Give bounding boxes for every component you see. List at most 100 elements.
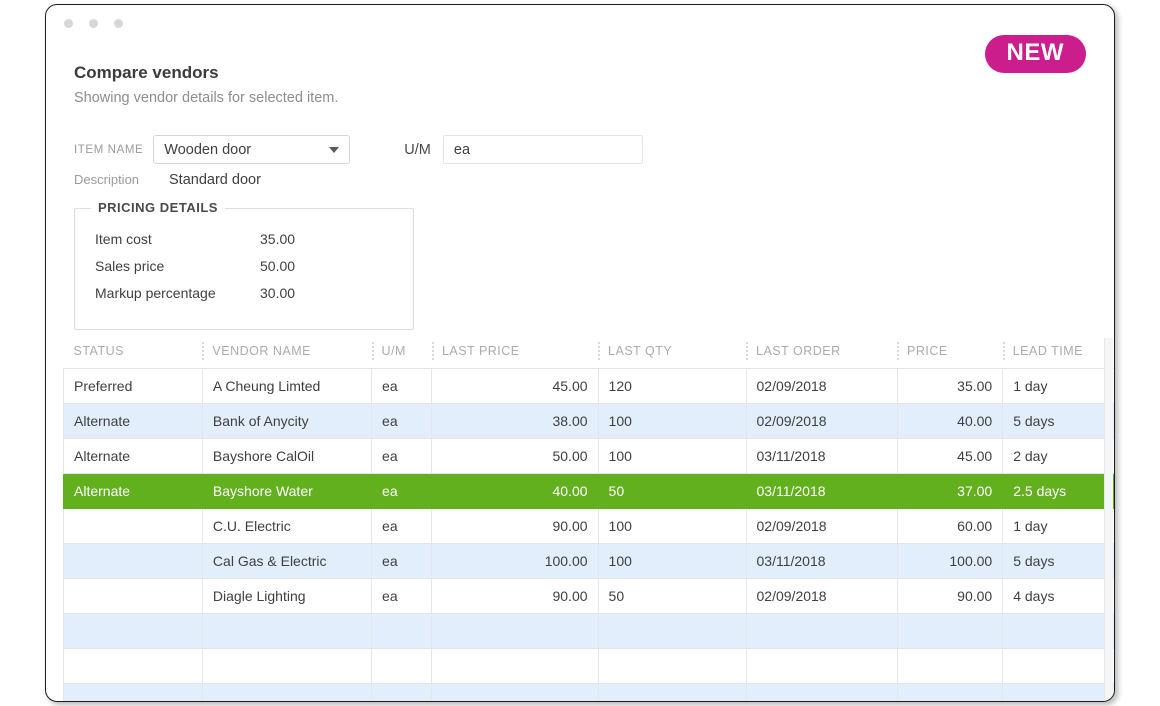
um-input[interactable]: ea [442,135,643,164]
window-maximize-dot[interactable] [114,19,123,28]
window-minimize-dot[interactable] [89,19,98,28]
cell-last-order[interactable]: 03/11/2018 [745,543,898,579]
cell-last-price[interactable]: 90.00 [431,578,599,614]
cell-last-price[interactable]: 90.00 [431,508,599,544]
cell-vendor-name[interactable]: Cal Gas & Electric [201,543,373,579]
cell-lead-time[interactable]: 5 days [1002,403,1114,439]
cell-status[interactable]: Preferred [63,368,203,404]
table-row[interactable] [63,613,1114,649]
cell-price[interactable]: 37.00 [896,473,1004,509]
cell-last-order[interactable] [745,683,898,701]
column-header-vendor-name[interactable]: VENDOR NAME [202,338,372,369]
cell-lead-time[interactable] [1002,613,1114,649]
cell-status[interactable] [63,543,203,579]
table-row[interactable]: Alternate Bank of Anycity ea 38.00 100 02/09/… [63,403,1114,439]
cell-status[interactable]: Alternate [63,438,203,474]
cell-last-order[interactable]: 02/09/2018 [745,403,898,439]
table-row[interactable] [63,648,1114,684]
cell-last-qty[interactable] [597,648,747,684]
table-row[interactable]: C.U. Electric ea 90.00 100 02/09/2018 60.00 1 … [63,508,1114,544]
cell-last-price[interactable] [431,613,599,649]
table-row[interactable]: Diagle Lighting ea 90.00 50 02/09/2018 90.00 4… [63,578,1114,614]
cell-last-qty[interactable]: 100 [597,438,747,474]
cell-lead-time[interactable]: 2 day [1002,438,1114,474]
vertical-scrollbar[interactable] [1104,338,1113,701]
cell-last-qty[interactable]: 120 [597,368,747,404]
cell-last-order[interactable]: 02/09/2018 [745,508,898,544]
cell-last-price[interactable]: 45.00 [431,368,599,404]
cell-last-price[interactable] [431,683,599,701]
window-close-dot[interactable] [64,19,73,28]
cell-status[interactable] [63,508,203,544]
cell-um[interactable] [371,613,433,649]
cell-last-qty[interactable]: 100 [597,543,747,579]
cell-lead-time[interactable]: 1 day [1002,508,1114,544]
cell-um[interactable] [371,683,433,701]
cell-last-price[interactable]: 100.00 [431,543,599,579]
cell-last-qty[interactable] [597,683,747,701]
cell-price[interactable]: 100.00 [896,543,1004,579]
table-row[interactable]: Alternate Bayshore Water ea 40.00 50 03/11/20… [63,473,1114,509]
cell-last-qty[interactable]: 100 [597,403,747,439]
cell-status[interactable]: Alternate [63,403,203,439]
item-name-select[interactable]: Wooden door [153,135,351,164]
cell-vendor-name[interactable] [201,683,373,701]
table-row[interactable] [63,683,1114,701]
cell-um[interactable]: ea [371,543,433,579]
cell-last-order[interactable] [745,613,898,649]
cell-last-price[interactable]: 50.00 [431,438,599,474]
table-row[interactable]: Alternate Bayshore CalOil ea 50.00 100 03/11/… [63,438,1114,474]
cell-lead-time[interactable]: 2.5 days [1002,473,1114,509]
cell-um[interactable]: ea [371,508,433,544]
column-header-last-price[interactable]: LAST PRICE [431,338,599,369]
cell-price[interactable] [896,683,1004,701]
table-row[interactable]: Preferred A Cheung Limted ea 45.00 120 02/09/… [63,368,1114,404]
cell-last-order[interactable]: 02/09/2018 [745,368,898,404]
cell-price[interactable]: 40.00 [896,403,1004,439]
column-header-um[interactable]: U/M [371,338,432,369]
cell-price[interactable]: 60.00 [896,508,1004,544]
cell-price[interactable]: 45.00 [896,438,1004,474]
cell-last-price[interactable]: 38.00 [431,403,599,439]
cell-um[interactable]: ea [371,403,433,439]
cell-last-qty[interactable] [597,613,747,649]
cell-last-order[interactable] [745,648,898,684]
cell-um[interactable]: ea [371,438,433,474]
cell-last-price[interactable]: 40.00 [431,473,599,509]
column-header-status[interactable]: STATUS [63,338,203,369]
cell-lead-time[interactable] [1002,683,1114,701]
column-header-last-order[interactable]: LAST ORDER [746,338,898,369]
cell-um[interactable] [371,648,433,684]
cell-last-price[interactable] [431,648,599,684]
cell-vendor-name[interactable]: Bank of Anycity [201,403,373,439]
cell-lead-time[interactable]: 5 days [1002,543,1114,579]
cell-um[interactable]: ea [371,473,433,509]
cell-status[interactable]: Alternate [63,473,203,509]
cell-last-qty[interactable]: 100 [597,508,747,544]
cell-last-qty[interactable]: 50 [597,578,747,614]
cell-last-qty[interactable]: 50 [597,473,747,509]
cell-price[interactable] [896,648,1004,684]
column-header-lead-time[interactable]: LEAD TIME [1002,338,1114,369]
table-row[interactable]: Cal Gas & Electric ea 100.00 100 03/11/2018 1… [63,543,1114,579]
cell-status[interactable] [63,683,203,701]
cell-vendor-name[interactable]: A Cheung Limted [201,368,373,404]
cell-vendor-name[interactable] [201,648,373,684]
cell-vendor-name[interactable]: Bayshore Water [201,473,373,509]
cell-last-order[interactable]: 03/11/2018 [745,473,898,509]
column-header-price[interactable]: PRICE [897,338,1003,369]
column-header-last-qty[interactable]: LAST QTY [598,338,747,369]
cell-price[interactable]: 90.00 [896,578,1004,614]
cell-lead-time[interactable]: 1 day [1002,368,1114,404]
cell-status[interactable] [63,613,203,649]
cell-last-order[interactable]: 03/11/2018 [745,438,898,474]
cell-price[interactable] [896,613,1004,649]
cell-vendor-name[interactable] [201,613,373,649]
cell-price[interactable]: 35.00 [896,368,1004,404]
cell-um[interactable]: ea [371,368,433,404]
cell-lead-time[interactable] [1002,648,1114,684]
cell-status[interactable] [63,578,203,614]
cell-um[interactable]: ea [371,578,433,614]
cell-vendor-name[interactable]: C.U. Electric [201,508,373,544]
cell-lead-time[interactable]: 4 days [1002,578,1114,614]
